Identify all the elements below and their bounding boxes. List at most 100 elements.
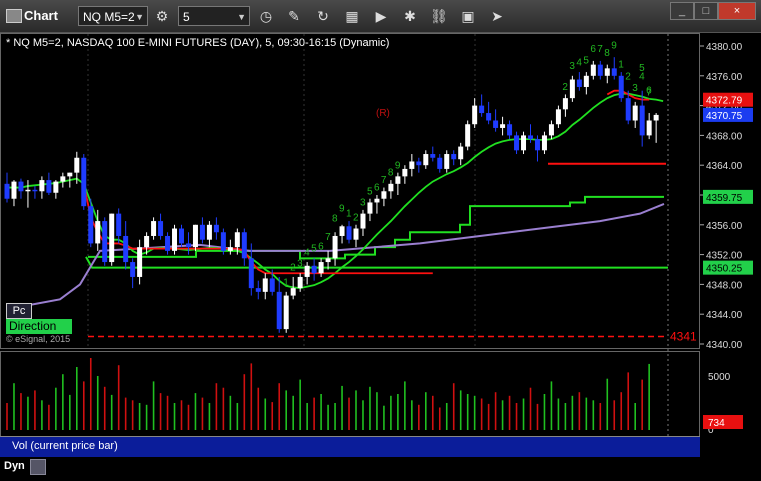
sequence-count-digit: 7 bbox=[381, 175, 387, 186]
candle-body bbox=[388, 183, 394, 192]
candle-body bbox=[360, 213, 366, 229]
candle-body bbox=[102, 221, 108, 263]
candle-body bbox=[39, 180, 45, 192]
candle-body bbox=[548, 124, 554, 136]
candle-body bbox=[255, 288, 261, 292]
candle-body bbox=[227, 247, 233, 251]
candle-body bbox=[4, 183, 10, 199]
candle-body bbox=[116, 213, 122, 236]
sequence-count-digit: 5 bbox=[639, 63, 645, 74]
copyright-text: © eSignal, 2015 bbox=[6, 334, 71, 344]
candle-body bbox=[185, 243, 191, 248]
candle-body bbox=[597, 64, 603, 76]
price-tick-label: 4348.00 bbox=[706, 280, 743, 291]
candle-body bbox=[32, 189, 38, 192]
chart-description: * NQ M5=2, NASDAQ 100 E-MINI FUTURES (DA… bbox=[6, 37, 390, 49]
direction-label[interactable]: Direction bbox=[6, 319, 72, 334]
volume-pane-label[interactable]: Vol (current price bar) bbox=[12, 440, 118, 452]
candle-body bbox=[199, 224, 205, 240]
sequence-count-digit: 7 bbox=[325, 232, 331, 243]
candle-body bbox=[269, 278, 275, 292]
price-tick-label: 4356.00 bbox=[706, 221, 743, 232]
candle-body bbox=[46, 180, 52, 193]
candle-body bbox=[416, 161, 422, 166]
candle-body bbox=[632, 105, 638, 121]
candle-body bbox=[137, 247, 143, 277]
price-badge-label: 4372.79 bbox=[706, 96, 743, 107]
candle-body bbox=[151, 221, 157, 236]
pc-label[interactable]: Pc bbox=[6, 303, 32, 319]
candle-body bbox=[53, 181, 59, 193]
candle-body bbox=[179, 228, 184, 244]
candle-body bbox=[109, 213, 115, 263]
candle-body bbox=[562, 98, 568, 110]
candle-body bbox=[458, 146, 464, 160]
sequence-count-digit: 5 bbox=[367, 186, 373, 197]
sequence-count-digit: 1 bbox=[283, 277, 289, 288]
candle-body bbox=[367, 202, 373, 214]
candle-body bbox=[479, 105, 485, 114]
sequence-count-digit: 5 bbox=[311, 244, 317, 255]
candle-body bbox=[95, 221, 101, 244]
candle-body bbox=[521, 135, 527, 151]
candle-body bbox=[262, 278, 268, 292]
r-marker: (R) bbox=[376, 108, 390, 119]
candle-body bbox=[248, 258, 254, 289]
price-tick-label: 4380.00 bbox=[706, 42, 743, 53]
candle-body bbox=[88, 206, 94, 244]
candle-body bbox=[283, 295, 289, 330]
candle-body bbox=[318, 262, 324, 274]
candle-body bbox=[500, 124, 506, 128]
candle-body bbox=[172, 228, 178, 251]
candle-body bbox=[311, 265, 317, 274]
candle-body bbox=[325, 258, 331, 263]
candle-body bbox=[346, 226, 352, 240]
candle-body bbox=[646, 120, 652, 136]
candle-body bbox=[67, 172, 73, 177]
sequence-count-digit: 4 bbox=[304, 247, 310, 258]
chart-svg: 4380.004376.004372.004368.004364.004360.… bbox=[4, 34, 753, 475]
candle-body bbox=[158, 221, 164, 236]
sequence-count-digit: 9 bbox=[339, 204, 345, 215]
sequence-count-digit: 5 bbox=[583, 55, 589, 66]
candle-body bbox=[276, 291, 282, 330]
sequence-count-digit: 8 bbox=[388, 168, 394, 179]
price-tick-label: 4368.00 bbox=[706, 131, 743, 142]
time-axis[interactable] bbox=[0, 457, 761, 481]
candle-body bbox=[290, 288, 296, 296]
sequence-count-digit: 2 bbox=[562, 82, 568, 93]
candle-body bbox=[528, 135, 533, 140]
price-tick-label: 4364.00 bbox=[706, 161, 743, 172]
sequence-count-digit: 6 bbox=[590, 44, 596, 55]
candle-body bbox=[11, 181, 17, 199]
sequence-count-digit: 1 bbox=[346, 209, 352, 220]
price-tick-label: 4352.00 bbox=[706, 251, 743, 262]
sequence-count-digit: 2 bbox=[353, 212, 359, 223]
candle-body bbox=[60, 176, 66, 182]
candle-body bbox=[423, 154, 429, 166]
candle-body bbox=[437, 157, 443, 169]
price-tick-label: 4376.00 bbox=[706, 72, 743, 83]
price-tick-label: 4344.00 bbox=[706, 310, 743, 321]
candle-body bbox=[25, 189, 31, 192]
sequence-count-digit: 4 bbox=[576, 57, 582, 68]
candle-body bbox=[493, 120, 499, 128]
candle-body bbox=[576, 79, 582, 87]
candle-body bbox=[555, 109, 561, 125]
price-tick-label: 4340.00 bbox=[706, 340, 743, 351]
sequence-count-digit: 2 bbox=[290, 262, 296, 273]
candle-body bbox=[304, 265, 310, 277]
candle-body bbox=[241, 232, 247, 259]
candle-body bbox=[381, 191, 387, 199]
candle-body bbox=[213, 224, 219, 233]
price-badge-label: 4350.25 bbox=[706, 264, 743, 275]
red-trend-line-1 bbox=[82, 183, 433, 275]
candle-body bbox=[534, 139, 540, 151]
candle-body bbox=[444, 154, 450, 169]
candle-body bbox=[374, 198, 380, 203]
sequence-count-digit: 9 bbox=[611, 40, 617, 51]
candle-body bbox=[590, 64, 596, 76]
candle-body bbox=[507, 124, 513, 136]
dyn-settings-icon[interactable] bbox=[30, 459, 46, 475]
dyn-label[interactable]: Dyn bbox=[4, 460, 25, 472]
